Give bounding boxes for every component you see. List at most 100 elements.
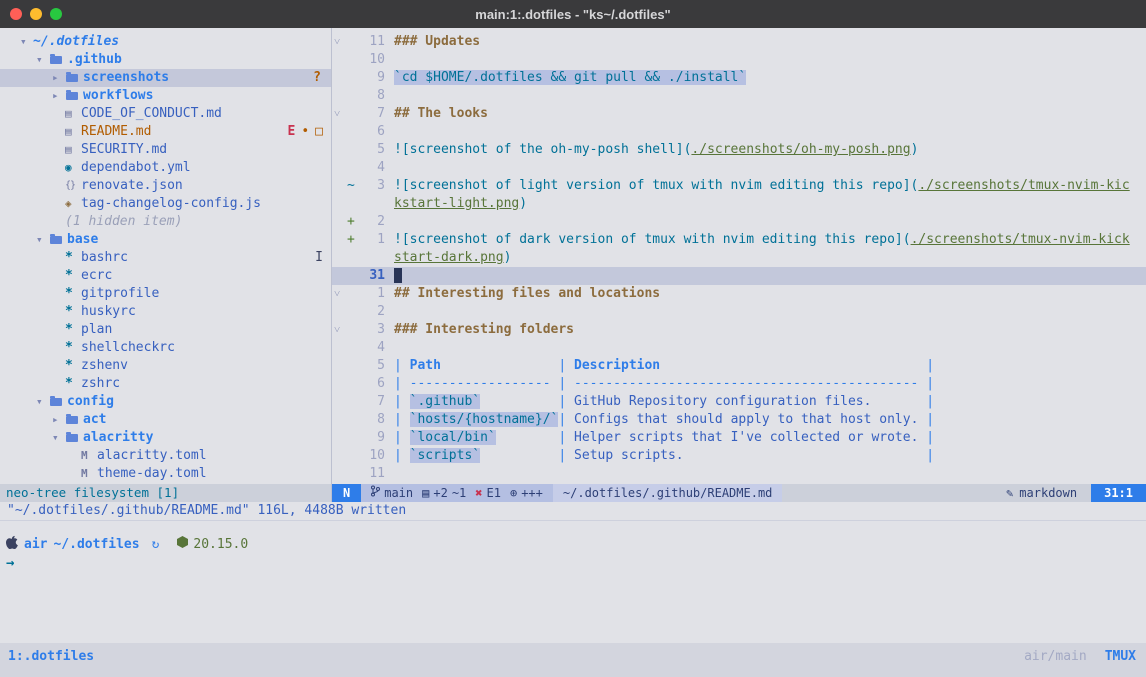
table-delimiter: |	[558, 448, 574, 463]
table-text	[480, 394, 558, 409]
tree-item-1-hidden-item[interactable]: (1 hidden item)	[0, 213, 331, 231]
tree-item-plan[interactable]: *plan	[0, 321, 331, 339]
folder-icon	[50, 398, 62, 406]
editor-line[interactable]: 10	[332, 51, 1146, 69]
fold-column	[334, 51, 347, 69]
tree-item-dependabot-yml[interactable]: ◉dependabot.yml	[0, 159, 331, 177]
zoom-button[interactable]	[50, 8, 62, 20]
line-number: 1	[359, 231, 385, 249]
tree-item-zshrc[interactable]: *zshrc	[0, 375, 331, 393]
tree-item-dotfiles[interactable]: ▾~/.dotfiles	[0, 33, 331, 51]
fold-open-icon[interactable]: ˅	[334, 285, 347, 303]
editor-line[interactable]: ˅ 11### Updates	[332, 33, 1146, 51]
git-branch-icon	[371, 484, 380, 502]
editor-line[interactable]: 4	[332, 339, 1146, 357]
editor-line[interactable]: 6| ------------------ | ----------------…	[332, 375, 1146, 393]
tree-item-renovate-json[interactable]: {}renovate.json	[0, 177, 331, 195]
chevron-down-icon[interactable]: ▾	[52, 429, 65, 447]
sh-file-icon: *	[65, 375, 81, 393]
tree-item-code-of-conduct-md[interactable]: ▤CODE_OF_CONDUCT.md	[0, 105, 331, 123]
tree-item-workflows[interactable]: ▸workflows	[0, 87, 331, 105]
table-delimiter: |	[558, 430, 574, 445]
prompt-arrow-icon[interactable]: →	[6, 555, 1146, 575]
tree-item-act[interactable]: ▸act	[0, 411, 331, 429]
editor-line[interactable]: 9| `local/bin` | Helper scripts that I'v…	[332, 429, 1146, 447]
statusline: N main ▤ +2 ~1 ✖ E1	[332, 484, 1146, 502]
chevron-down-icon[interactable]: ▾	[36, 393, 49, 411]
fold-open-icon[interactable]: ˅	[334, 105, 347, 123]
chevron-down-icon[interactable]: ▾	[36, 51, 49, 69]
chevron-down-icon[interactable]: ▾	[36, 231, 49, 249]
fold-column	[334, 195, 347, 213]
minimize-button[interactable]	[30, 8, 42, 20]
editor-line[interactable]: ~3![screenshot of light version of tmux …	[332, 177, 1146, 195]
editor-line[interactable]: 9`cd $HOME/.dotfiles && git pull && ./in…	[332, 69, 1146, 87]
tree-item-tag-changelog-config-js[interactable]: ◈tag-changelog-config.js	[0, 195, 331, 213]
tree-item-gitprofile[interactable]: *gitprofile	[0, 285, 331, 303]
editor-line[interactable]: 4	[332, 159, 1146, 177]
gutter: 5	[332, 357, 394, 375]
tree-item-base[interactable]: ▾base	[0, 231, 331, 249]
tree-item-alacritty[interactable]: ▾alacritty	[0, 429, 331, 447]
js-file-icon: ◈	[65, 195, 81, 213]
tree-item-github[interactable]: ▾ .github	[0, 51, 331, 69]
tree-item-zshenv[interactable]: *zshenv	[0, 357, 331, 375]
chevron-right-icon[interactable]: ▸	[52, 411, 65, 429]
editor-line[interactable]: 2	[332, 303, 1146, 321]
editor-line[interactable]: 8	[332, 87, 1146, 105]
editor-line[interactable]: 10| `scripts` | Setup scripts. |	[332, 447, 1146, 465]
tree-item-security-md[interactable]: ▤SECURITY.md	[0, 141, 331, 159]
tree-item-readme-md[interactable]: ▤README.mdE•□	[0, 123, 331, 141]
tree-item-shellcheckrc[interactable]: *shellcheckrc	[0, 339, 331, 357]
tree-item-huskyrc[interactable]: *huskyrc	[0, 303, 331, 321]
table-delimiter: |	[926, 430, 934, 445]
line-text: | `scripts` | Setup scripts. |	[394, 447, 934, 465]
tree-item-alacritty-toml[interactable]: Malacritty.toml	[0, 447, 331, 465]
table-delimiter: |	[926, 394, 934, 409]
line-number: 2	[359, 303, 385, 321]
tmux-window-tab[interactable]: 1:.dotfiles	[8, 649, 94, 664]
editor-line[interactable]: 5| Path | Description |	[332, 357, 1146, 375]
editor-line[interactable]: 7| `.github` | GitHub Repository configu…	[332, 393, 1146, 411]
editor-line[interactable]: 5![screenshot of the oh-my-posh shell](.…	[332, 141, 1146, 159]
editor-line[interactable]: start-dark.png)	[332, 249, 1146, 267]
line-number: 11	[359, 33, 385, 51]
editor-line[interactable]: ˅ 7## The looks	[332, 105, 1146, 123]
editor-line[interactable]: +1![screenshot of dark version of tmux w…	[332, 231, 1146, 249]
tree-item-theme-day-toml[interactable]: Mtheme-day.toml	[0, 465, 331, 483]
filetype-label: markdown	[1019, 484, 1077, 502]
line-number: 11	[359, 465, 385, 483]
tree-item-screenshots[interactable]: ▸screenshots?	[0, 69, 331, 87]
chevron-down-icon[interactable]: ▾	[20, 33, 33, 51]
tree-item-label: .github	[67, 51, 122, 69]
filetype-segment: ✎ markdown	[992, 484, 1091, 502]
editor-line[interactable]: kstart-light.png)	[332, 195, 1146, 213]
tree-item-bashrc[interactable]: *bashrcI	[0, 249, 331, 267]
editor-line[interactable]: 8| `hosts/{hostname}/`| Configs that sho…	[332, 411, 1146, 429]
traffic-lights	[0, 8, 62, 20]
tree-item-label: shellcheckrc	[81, 339, 175, 357]
editor-pane[interactable]: ˅ 11### Updates 10 9`cd $HOME/.dotfiles …	[332, 28, 1146, 484]
tree-item-ecrc[interactable]: *ecrc	[0, 267, 331, 285]
chevron-right-icon[interactable]: ▸	[52, 87, 65, 105]
tree-item-config[interactable]: ▾config	[0, 393, 331, 411]
fold-open-icon[interactable]: ˅	[334, 33, 347, 51]
chevron-right-icon[interactable]: ▸	[52, 69, 65, 87]
neotree-panel[interactable]: ▾~/.dotfiles▾.github▸screenshots?▸workfl…	[0, 28, 332, 484]
diagnostics-segment: ✖ E1	[475, 484, 501, 502]
editor-line[interactable]: 6	[332, 123, 1146, 141]
editor-cursor-line[interactable]: 31	[332, 267, 1146, 285]
editor-line[interactable]: +2	[332, 213, 1146, 231]
editor-line[interactable]: ˅ 1## Interesting files and locations	[332, 285, 1146, 303]
editor-line[interactable]: 11	[332, 465, 1146, 483]
diff-changed: ~1	[452, 484, 466, 502]
close-button[interactable]	[10, 8, 22, 20]
fold-open-icon[interactable]: ˅	[334, 321, 347, 339]
line-number	[359, 249, 385, 267]
tmux-session-name: air/main	[1024, 649, 1087, 664]
shell-pane[interactable]: air ~/.dotfiles ↻ 20.15.0 →	[0, 520, 1146, 643]
editor-line[interactable]: ˅ 3### Interesting folders	[332, 321, 1146, 339]
gutter: 4	[332, 159, 394, 177]
table-delimiter: |	[926, 448, 934, 463]
md-link-url: kstart-light.png	[394, 196, 519, 211]
